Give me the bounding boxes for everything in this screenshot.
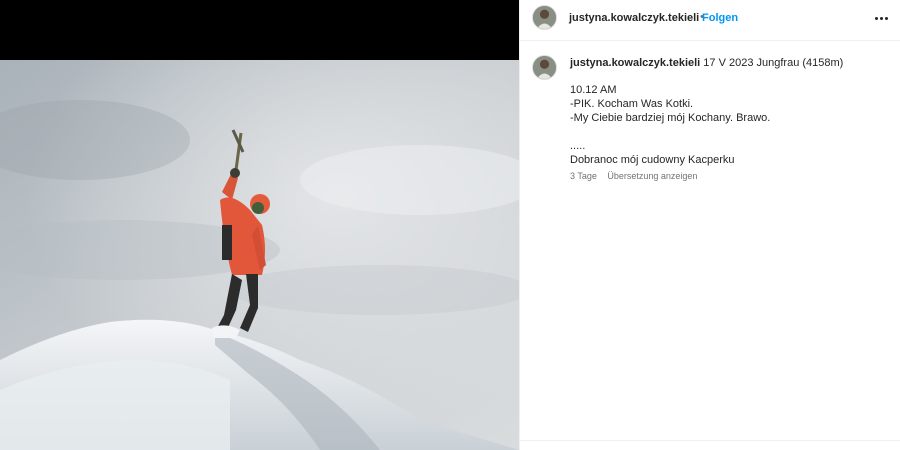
- post-caption: justyna.kowalczyk.tekieli 17 V 2023 Jung…: [570, 56, 890, 167]
- caption-first-line: 17 V 2023 Jungfrau (4158m): [703, 57, 844, 69]
- avatar[interactable]: [532, 5, 557, 30]
- post-header: justyna.kowalczyk.tekieli • Folgen: [520, 0, 900, 41]
- mountain-summit-photo: [0, 60, 519, 450]
- divider: [520, 440, 900, 441]
- caption-meta: 3 Tage Übersetzung anzeigen: [570, 171, 705, 181]
- post-side-panel: justyna.kowalczyk.tekieli • Folgen justy…: [519, 0, 900, 450]
- caption-line: 10.12 AM: [570, 84, 617, 96]
- caption-line: [570, 125, 890, 139]
- timestamp[interactable]: 3 Tage: [570, 171, 597, 181]
- caption-body: 10.12 AM -PIK. Kocham Was Kotki. -My Cie…: [570, 83, 890, 167]
- caption-line: .....: [570, 140, 586, 152]
- follow-button[interactable]: Folgen: [702, 12, 738, 24]
- post-media: [0, 0, 519, 450]
- caption-avatar[interactable]: [532, 55, 557, 80]
- caption-line: Dobranoc mój cudowny Kacperku: [570, 154, 735, 166]
- username-link[interactable]: justyna.kowalczyk.tekieli: [569, 12, 699, 24]
- caption-line: -My Ciebie bardziej mój Kochany. Brawo.: [570, 112, 771, 124]
- show-translation-link[interactable]: Übersetzung anzeigen: [607, 171, 697, 181]
- more-options-icon[interactable]: [871, 9, 891, 27]
- caption-username-link[interactable]: justyna.kowalczyk.tekieli: [570, 57, 700, 69]
- caption-line: -PIK. Kocham Was Kotki.: [570, 98, 694, 110]
